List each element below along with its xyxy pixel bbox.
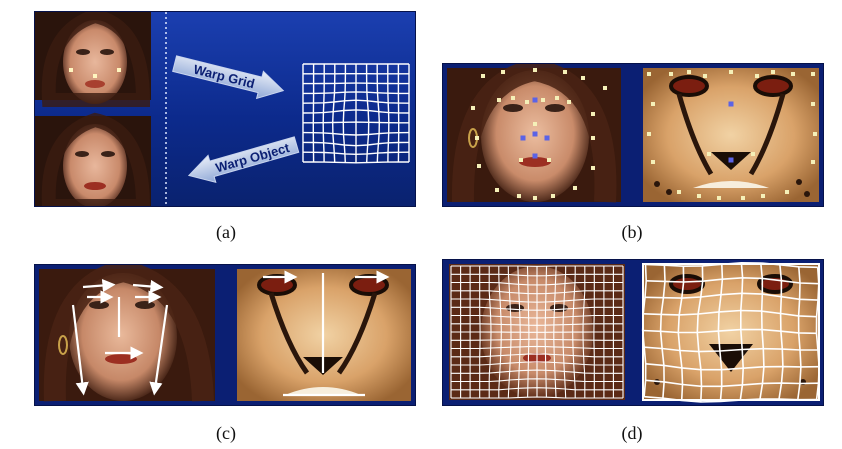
landmark-point xyxy=(811,160,815,164)
landmark-point xyxy=(544,135,550,141)
caption-a: (a) xyxy=(216,222,236,242)
panel-b-graphic xyxy=(447,64,819,203)
grid-line xyxy=(387,64,390,163)
landmark-point xyxy=(741,196,745,200)
landmark-point xyxy=(785,190,789,194)
landmark-point xyxy=(813,132,817,136)
landmark-point xyxy=(532,97,538,103)
landmark-point xyxy=(581,76,585,80)
landmark-point xyxy=(591,166,595,170)
caption-d: (d) xyxy=(621,423,643,443)
grid-line xyxy=(331,64,336,163)
landmark-point xyxy=(533,196,537,200)
panel-d-graphic xyxy=(449,261,820,403)
landmark-point xyxy=(567,100,571,104)
landmark-point xyxy=(647,132,651,136)
landmark-point xyxy=(707,152,711,156)
caption-c: (c) xyxy=(216,423,236,443)
landmark-point xyxy=(563,70,567,74)
landmark-point xyxy=(603,86,607,90)
landmark-point xyxy=(551,194,555,198)
landmark-point xyxy=(475,136,479,140)
grid-line xyxy=(303,161,409,164)
landmark-point xyxy=(791,72,795,76)
landmark-point xyxy=(811,72,815,76)
grid-line xyxy=(303,121,409,124)
landmark-point xyxy=(647,72,651,76)
landmark-point xyxy=(501,70,505,74)
landmark-point xyxy=(717,196,721,200)
landmark-point xyxy=(533,122,537,126)
landmark-point xyxy=(477,164,481,168)
landmark-point xyxy=(481,74,485,78)
landmark-point xyxy=(573,186,577,190)
landmark-point xyxy=(555,96,559,100)
panel-c-graphic xyxy=(39,265,411,402)
landmark-point xyxy=(495,188,499,192)
landmark-point xyxy=(697,194,701,198)
landmark-point xyxy=(520,135,526,141)
figure-panel-c xyxy=(34,264,416,406)
landmark-point xyxy=(591,136,595,140)
landmark-point xyxy=(591,112,595,116)
warp-object-arrow: Warp Object xyxy=(187,136,300,183)
landmark-point xyxy=(532,131,538,137)
face-photo-c xyxy=(39,265,215,402)
landmark-point xyxy=(755,74,759,78)
landmark-point xyxy=(517,194,521,198)
landmark-point xyxy=(771,70,775,74)
face-photo-bottom xyxy=(35,112,151,206)
grid-line xyxy=(365,64,370,163)
landmark-point xyxy=(651,160,655,164)
figure-panel-b xyxy=(442,63,824,207)
landmark-point xyxy=(532,153,538,159)
figure-panel-a: Warp Grid Warp Object xyxy=(34,11,416,207)
landmark-point xyxy=(761,194,765,198)
figure-panel-d xyxy=(442,259,824,406)
warp-grid-arrow: Warp Grid xyxy=(172,55,285,100)
landmark-point xyxy=(471,106,475,110)
landmark-point xyxy=(751,152,755,156)
landmark-point xyxy=(497,98,501,102)
panel-a-graphic: Warp Grid Warp Object xyxy=(35,12,410,206)
landmark-point xyxy=(547,158,551,162)
landmark-point xyxy=(511,96,515,100)
landmark-point xyxy=(728,101,734,107)
landmark-point xyxy=(541,98,545,102)
landmark-point xyxy=(687,70,691,74)
caption-b: (b) xyxy=(621,222,643,242)
cheetah-photo-b xyxy=(643,68,819,202)
warp-grid xyxy=(302,63,410,164)
landmark-point xyxy=(677,190,681,194)
landmark-point xyxy=(728,157,734,163)
landmark-point xyxy=(519,158,523,162)
landmark-point xyxy=(533,68,537,72)
landmark-point xyxy=(729,70,733,74)
landmark-point xyxy=(651,102,655,106)
face-photo-top xyxy=(35,12,151,107)
landmark-point xyxy=(811,102,815,106)
warp-grid-label: Warp Grid xyxy=(192,62,256,92)
landmark-point xyxy=(525,100,529,104)
grid-line xyxy=(342,64,347,163)
grid-line xyxy=(376,64,381,163)
landmark-point xyxy=(669,72,673,76)
landmark-point xyxy=(703,74,707,78)
